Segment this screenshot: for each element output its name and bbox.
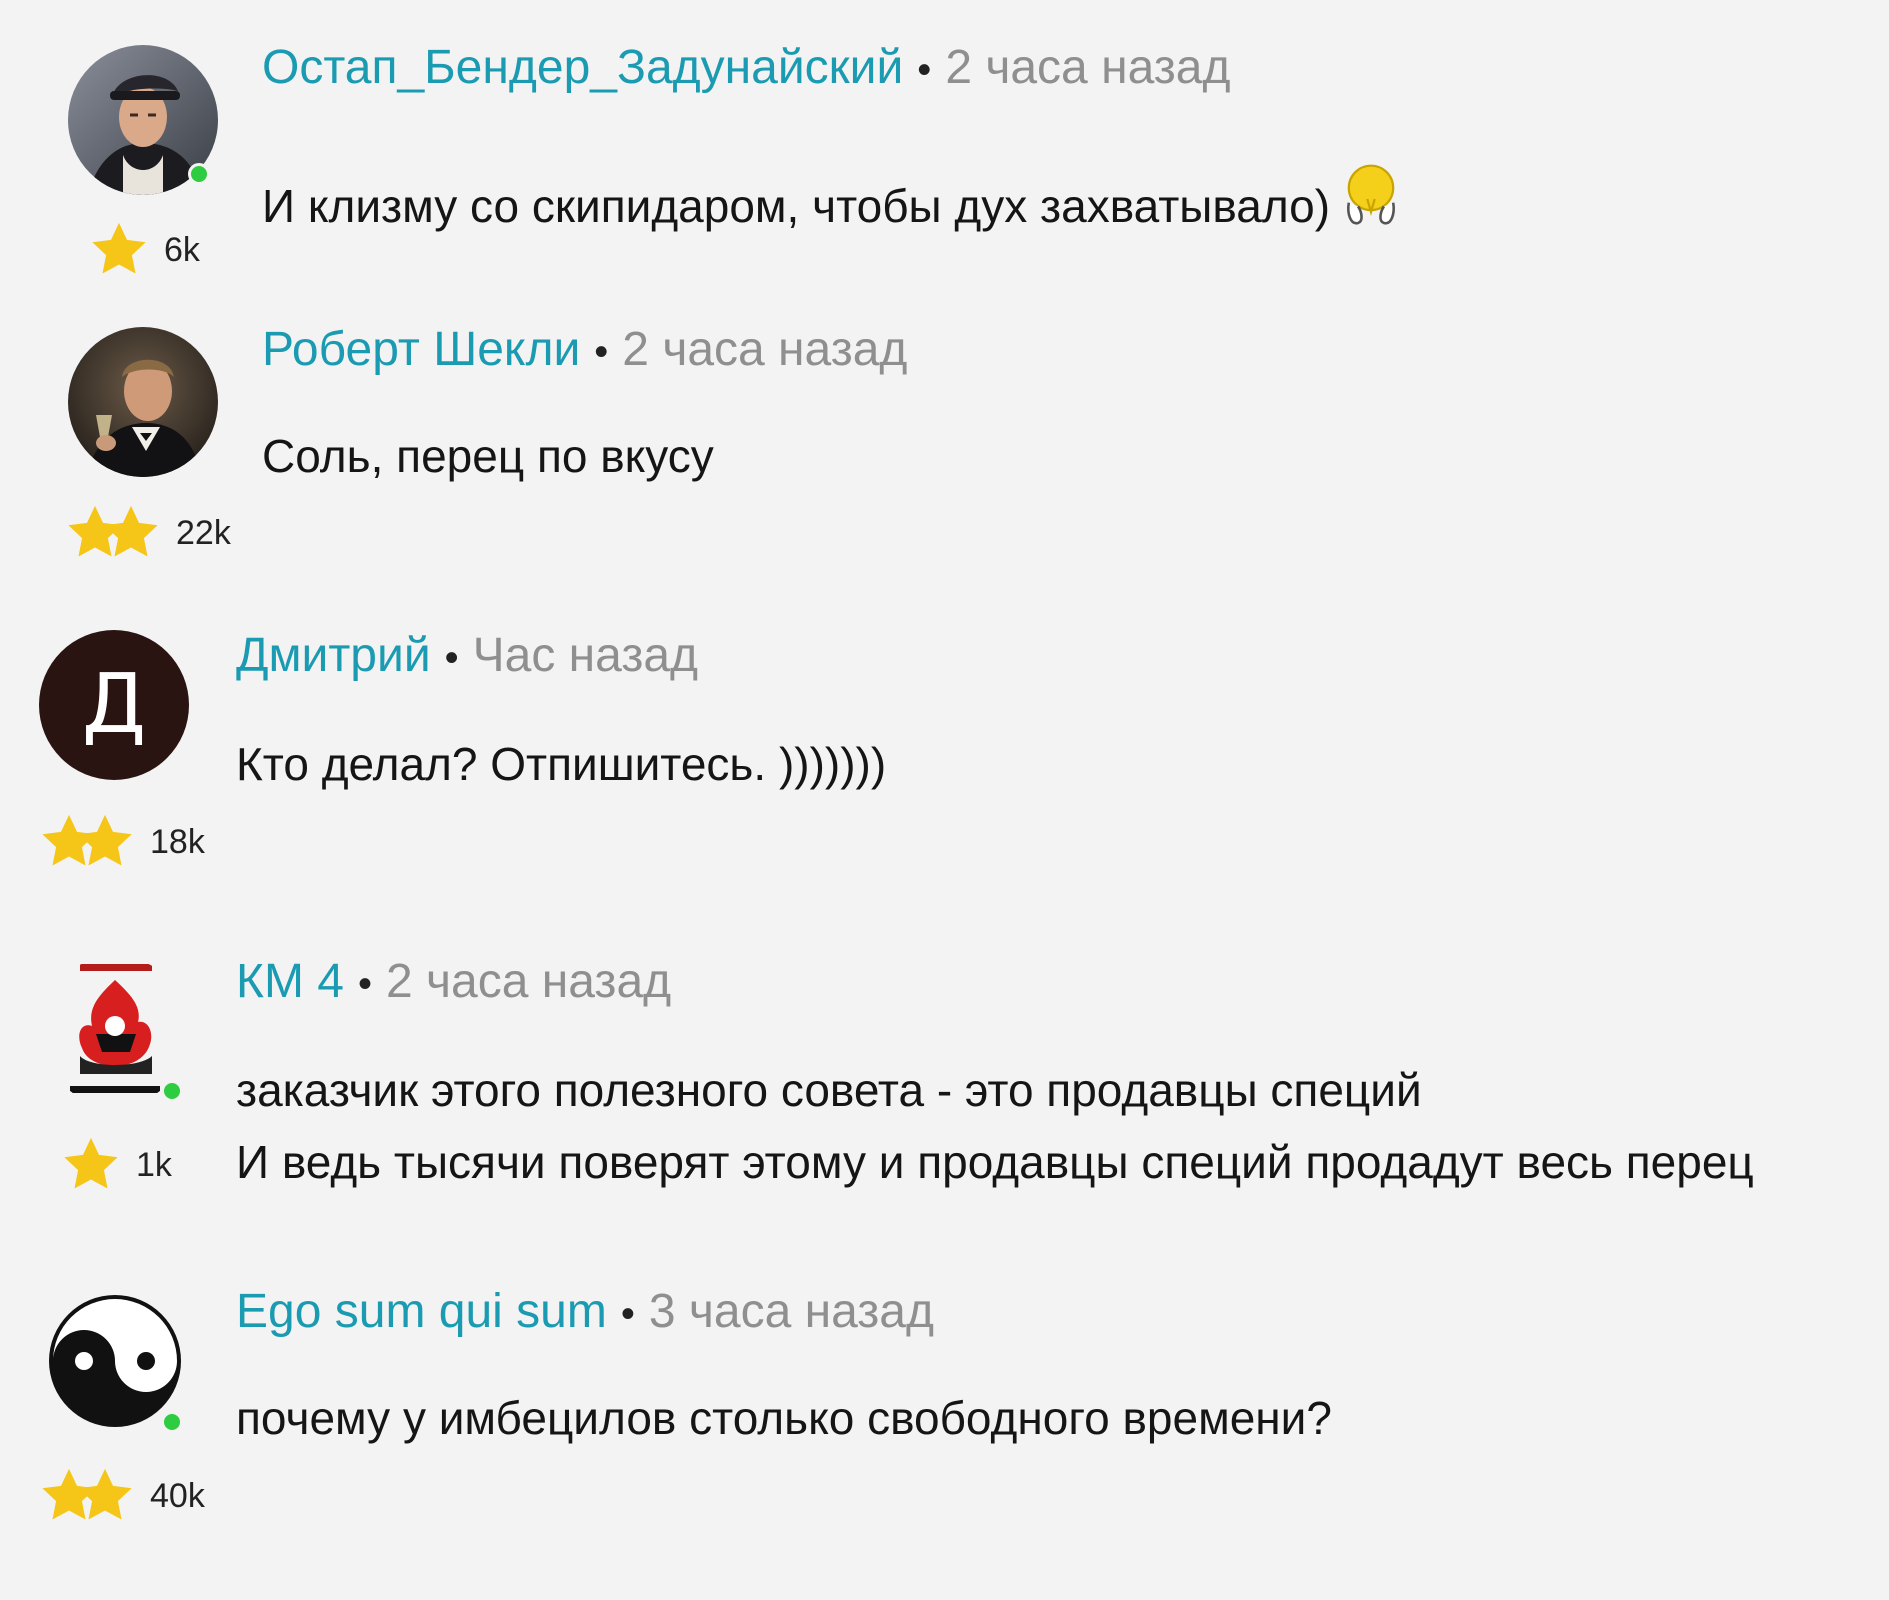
rating-count: 40k [150, 1476, 205, 1515]
user-rating: 22k [64, 498, 231, 568]
comment-text: Соль, перец по вкусу [262, 420, 714, 492]
comment-text: Кто делал? Отпишитесь. ))))))) [236, 728, 886, 800]
author-name[interactable]: Ego sum qui sum [236, 1285, 607, 1338]
user-rating: 6k [88, 215, 200, 285]
rating-stars [38, 1465, 136, 1527]
separator-dot: • [444, 636, 459, 680]
comment-header: Дмитрий • Час назад [236, 632, 698, 680]
rating-stars [60, 1134, 122, 1196]
avatar[interactable] [68, 327, 218, 477]
user-rating: 1k [60, 1130, 172, 1200]
timestamp[interactable]: Час назад [473, 629, 698, 682]
online-indicator [188, 163, 210, 185]
user-rating: 18k [38, 807, 205, 877]
comment-line: И ведь тысячи поверят этому и продавцы с… [236, 1136, 1754, 1188]
author-name[interactable]: Дмитрий [236, 629, 431, 682]
comment-line: Кто делал? Отпишитесь. ))))))) [236, 738, 887, 790]
comment-header: Ego sum qui sum • 3 часа назад [236, 1288, 934, 1336]
separator-dot: • [917, 48, 932, 92]
avatar[interactable]: Д [39, 630, 189, 780]
rating-count: 22k [176, 513, 231, 552]
rating-count: 1k [136, 1145, 172, 1184]
rating-stars [64, 502, 162, 564]
comment-text: И клизму со скипидаром, чтобы дух захват… [262, 162, 1408, 242]
star-icon [104, 505, 158, 557]
timestamp[interactable]: 2 часа назад [622, 323, 907, 376]
user-rating: 40k [38, 1461, 205, 1531]
rating-count: 6k [164, 230, 200, 269]
timestamp[interactable]: 2 часа назад [386, 955, 671, 1008]
timestamp[interactable]: 2 часа назад [945, 41, 1230, 94]
comment-text: почему у имбецилов столько свободного вр… [236, 1382, 1332, 1454]
separator-dot: • [594, 330, 609, 374]
man-with-glass-photo [68, 327, 218, 477]
separator-dot: • [357, 962, 372, 1006]
comment-header: КМ 4 • 2 часа назад [236, 958, 671, 1006]
rating-stars [38, 811, 136, 873]
star-icon [92, 222, 146, 274]
rating-count: 18k [150, 822, 205, 861]
comment-line: заказчик этого полезного совета - это пр… [236, 1064, 1422, 1116]
comment-header: Остап_Бендер_Задунайский • 2 часа назад [262, 44, 1230, 92]
author-name[interactable]: Роберт Шекли [262, 323, 580, 376]
separator-dot: • [620, 1292, 635, 1336]
online-indicator [161, 1080, 183, 1102]
author-name[interactable]: Остап_Бендер_Задунайский [262, 41, 903, 94]
avatar-letter: Д [81, 657, 147, 752]
facepalm-emoji-icon [1347, 164, 1396, 225]
star-icon [64, 1137, 118, 1189]
author-name[interactable]: КМ 4 [236, 955, 344, 1008]
comment-line: И клизму со скипидаром, чтобы дух захват… [262, 180, 1331, 232]
rating-stars [88, 219, 150, 281]
star-icon [78, 1468, 132, 1520]
star-icon [78, 814, 132, 866]
comment-line: Соль, перец по вкусу [262, 430, 714, 482]
comment-line: почему у имбецилов столько свободного вр… [236, 1392, 1332, 1444]
online-indicator [161, 1411, 183, 1433]
timestamp[interactable]: 3 часа назад [649, 1285, 934, 1338]
comment-header: Роберт Шекли • 2 часа назад [262, 326, 907, 374]
comment-text: заказчик этого полезного совета - это пр… [236, 1054, 1754, 1198]
